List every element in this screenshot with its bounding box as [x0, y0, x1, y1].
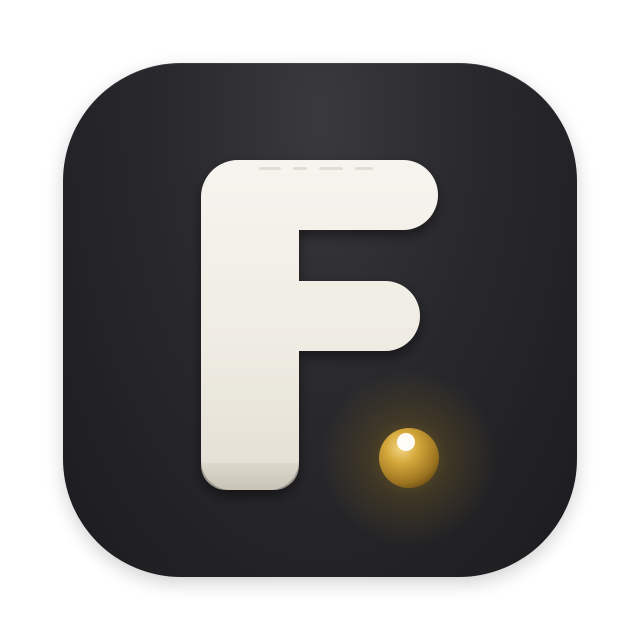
app-icon[interactable]: [63, 63, 577, 577]
app-icon-artwork: [201, 160, 497, 546]
letter-f-foot-shade: [201, 463, 299, 490]
canvas: [0, 0, 640, 640]
golden-dot-highlight: [397, 433, 415, 451]
